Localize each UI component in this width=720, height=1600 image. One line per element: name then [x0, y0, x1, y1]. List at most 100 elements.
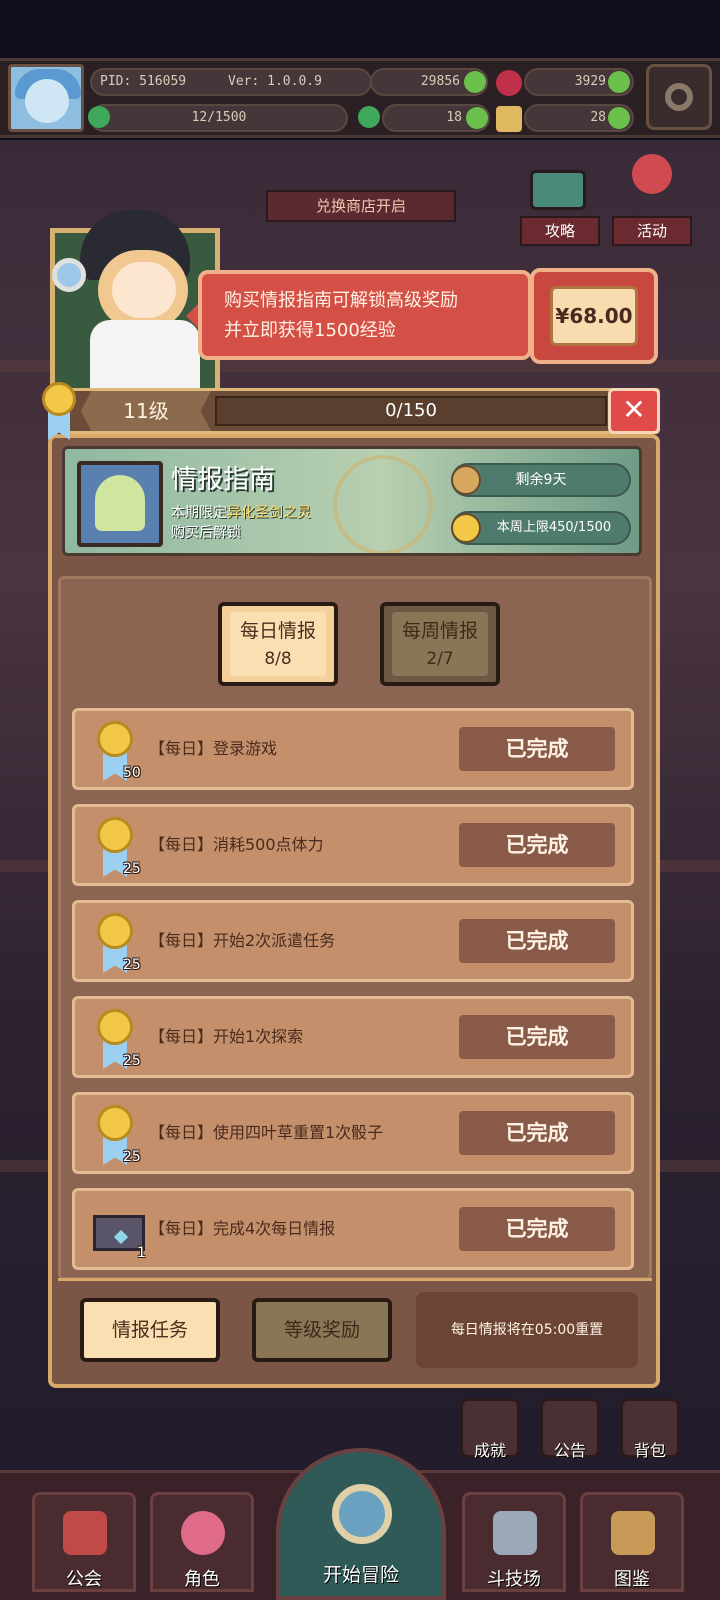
level-label: 11级: [81, 391, 211, 431]
task-label: 【每日】开始2次派遣任务: [149, 931, 336, 950]
nav-guild-label: 公会: [66, 1569, 102, 1590]
guide-title: 情报指南: [171, 465, 276, 495]
level-progress: 0/150: [215, 396, 607, 426]
tab-daily-inner: 每日情报 8/8: [230, 612, 326, 676]
guide-hero-icon[interactable]: [77, 461, 163, 547]
notice-button[interactable]: 公告: [540, 1398, 600, 1460]
chat-bubble-icon: [530, 170, 586, 210]
guide-hero-figure: [95, 475, 145, 531]
clover-icon: [358, 106, 380, 128]
medal-icon: [97, 1105, 133, 1141]
tab-intel-tasks[interactable]: 情报任务: [80, 1298, 220, 1362]
medal-icon: [97, 913, 133, 949]
task-status-button[interactable]: 已完成: [459, 919, 615, 963]
notice-label: 公告: [553, 1441, 586, 1460]
weekly-limit: 本周上限450/1500: [496, 520, 612, 535]
character-face: [112, 262, 176, 318]
task-label: 【每日】开始1次探索: [149, 1027, 304, 1046]
nav-codex[interactable]: 图鉴: [580, 1492, 684, 1592]
task-label: 【每日】消耗500点体力: [149, 835, 324, 854]
plus-gem-icon[interactable]: [608, 71, 630, 93]
tab-weekly-label: 每周情报: [401, 620, 478, 642]
task-label: 【每日】使用四叶草重置1次骰子: [149, 1123, 384, 1142]
reward-medal: 25: [93, 817, 141, 879]
close-button[interactable]: ✕: [608, 388, 660, 434]
tab-weekly-count: 2/7: [426, 649, 454, 669]
nav-codex-label: 图鉴: [614, 1569, 650, 1590]
clover-value: 18: [446, 110, 462, 125]
tab-weekly[interactable]: 每周情报 2/7: [380, 602, 500, 686]
medal-icon: [97, 817, 133, 853]
task-status-button[interactable]: 已完成: [459, 823, 615, 867]
events-button[interactable]: 活动: [612, 216, 692, 246]
nav-character-label: 角色: [184, 1569, 220, 1590]
reward-medal: 25: [93, 1009, 141, 1071]
medal-icon: [42, 382, 78, 442]
task-label: 【每日】完成4次每日情报: [149, 1219, 336, 1238]
medal-icon: [97, 721, 133, 757]
task-row: 25 【每日】消耗500点体力 已完成: [72, 804, 634, 886]
reward-medal: 25: [93, 913, 141, 975]
medal-icon: [451, 513, 481, 543]
task-row: 25 【每日】使用四叶草重置1次骰子 已完成: [72, 1092, 634, 1174]
crossed-swords-icon: [493, 1511, 537, 1555]
gem-value: 3929: [574, 74, 606, 89]
dice-value: 28: [590, 110, 606, 125]
task-label: 【每日】登录游戏: [149, 739, 278, 758]
backpack-label: 背包: [633, 1441, 666, 1460]
nav-adventure-label: 开始冒险: [322, 1564, 399, 1586]
plus-gold-icon[interactable]: [464, 71, 486, 93]
reward-count: 1: [137, 1245, 146, 1261]
game-version: Ver: 1.0.0.9: [228, 74, 322, 89]
stamina-value: 12/1500: [191, 110, 247, 125]
medal-icon: [97, 1009, 133, 1045]
clock-icon: [451, 465, 481, 495]
reward-count: 25: [123, 1053, 141, 1069]
task-status-button[interactable]: 已完成: [459, 1111, 615, 1155]
nav-character[interactable]: 角色: [150, 1492, 254, 1592]
nav-arena[interactable]: 斗技场: [462, 1492, 566, 1592]
magnifier-icon: [52, 258, 86, 292]
medal-coin: [42, 382, 76, 416]
guide-subtitle: 本期限定异化圣剑之灵 购买后解锁: [171, 503, 311, 543]
gold-value: 29856: [420, 74, 460, 89]
player-avatar[interactable]: [8, 64, 84, 132]
guild-icon: [63, 1511, 107, 1555]
plus-dice-icon[interactable]: [608, 107, 630, 129]
price-label: ¥68.00: [550, 286, 638, 346]
purchase-line-2: 并立即获得1500经验: [224, 320, 396, 341]
avatar-face: [25, 79, 69, 123]
player-info-pill: PID: 516059 Ver: 1.0.0.9: [90, 68, 372, 96]
task-row: 25 【每日】开始2次派遣任务 已完成: [72, 900, 634, 982]
plus-clover-icon[interactable]: [466, 107, 488, 129]
reward-medal: 50: [93, 721, 141, 783]
reward-envelope: 1: [93, 1201, 146, 1263]
tab-daily[interactable]: 每日情报 8/8: [218, 602, 338, 686]
strategy-button[interactable]: 攻略: [520, 216, 600, 246]
nav-guild[interactable]: 公会: [32, 1492, 136, 1592]
tab-level-rewards[interactable]: 等级奖励: [252, 1298, 392, 1362]
nav-arena-label: 斗技场: [487, 1569, 541, 1590]
ruby-icon: [496, 70, 522, 96]
heart-icon: [113, 1229, 129, 1245]
settings-button[interactable]: [646, 64, 712, 130]
level-bar: 11级 0/150: [60, 388, 660, 434]
task-status-button[interactable]: 已完成: [459, 727, 615, 771]
guide-sub-line2: 购买后解锁: [171, 525, 241, 541]
book-icon: [611, 1511, 655, 1555]
task-status-button[interactable]: 已完成: [459, 1207, 615, 1251]
achievements-label: 成就: [473, 1441, 506, 1460]
balloon-icon: [632, 154, 672, 194]
task-status-button[interactable]: 已完成: [459, 1015, 615, 1059]
achievements-button[interactable]: 成就: [460, 1398, 520, 1460]
reward-count: 50: [123, 765, 141, 781]
purchase-button[interactable]: ¥68.00: [530, 268, 658, 364]
shop-open-banner[interactable]: 兑换商店开启: [266, 190, 456, 222]
backpack-button[interactable]: 背包: [620, 1398, 680, 1460]
reset-notice: 每日情报将在05:00重置: [416, 1292, 638, 1368]
player-id: PID: 516059: [100, 74, 187, 89]
days-left: 剩余9天: [515, 472, 567, 488]
character-body: [90, 320, 200, 396]
stamina-bar: 12/1500: [90, 104, 348, 132]
gear-icon: [665, 83, 693, 111]
